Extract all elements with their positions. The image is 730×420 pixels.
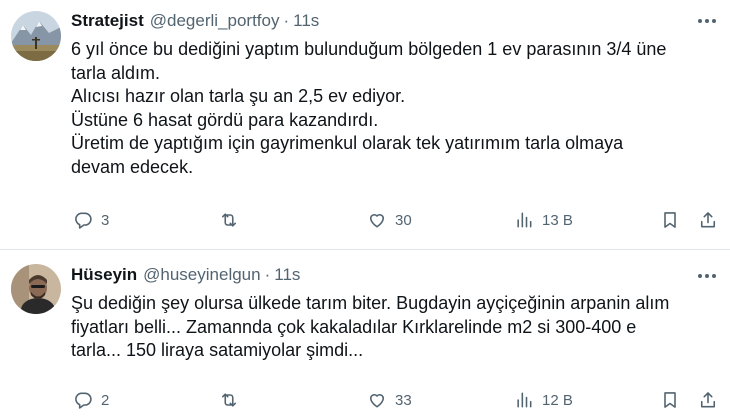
display-name[interactable]: Hüseyin [71, 265, 137, 285]
tweet-text-line: Alıcısı hazır olan tarla şu an 2,5 ev ed… [71, 86, 406, 106]
share-icon [700, 392, 716, 408]
avatar[interactable] [11, 11, 61, 61]
tweet-actions: 3 30 13 B [71, 208, 719, 232]
share-button[interactable] [698, 208, 718, 232]
avatar[interactable] [11, 264, 61, 314]
bookmark-icon [664, 392, 676, 408]
person-photo-avatar-icon [11, 264, 61, 314]
reply-icon [75, 392, 92, 409]
reply-icon [75, 212, 92, 229]
reply-count: 2 [101, 391, 110, 409]
tweet-text-line: tarla... 150 liraya satamiyolar şimdi... [71, 340, 364, 360]
reply-count: 3 [101, 211, 110, 229]
timestamp[interactable]: 11s [293, 11, 319, 31]
tweet-text: 6 yıl önce bu dediğini yaptım bulunduğum… [71, 38, 710, 179]
retweet-button[interactable] [219, 208, 247, 232]
tweet-text: Şu dediğin şey olursa ülkede tarım biter… [71, 292, 710, 363]
views-count: 13 B [542, 211, 573, 229]
like-count: 33 [395, 391, 412, 409]
tweet-header: Hüseyin @huseyinelgun · 11s [71, 264, 300, 286]
reply-button[interactable]: 2 [73, 388, 109, 412]
heart-icon [369, 214, 385, 228]
views-button[interactable]: 12 B [514, 388, 573, 412]
more-dots-icon[interactable] [698, 274, 716, 278]
tweet-text-line: fiyatları belli... Zamannda çok kakaladı… [71, 316, 637, 337]
user-handle[interactable]: @huseyinelgun [143, 265, 260, 285]
bookmark-button[interactable] [660, 208, 680, 232]
tweet-text-line: Üstüne 6 hasat gördü para kazandırdı. [71, 109, 379, 130]
views-chart-icon [517, 392, 532, 408]
tweet-header: Stratejist @degerli_portfoy · 11s [71, 10, 319, 32]
views-button[interactable]: 13 B [514, 208, 573, 232]
separator-dot: · [283, 11, 290, 30]
tweet-text-line: Şu dediğin şey olursa ülkede tarım biter… [71, 293, 670, 313]
more-dots-icon[interactable] [698, 19, 716, 23]
reply-button[interactable]: 3 [73, 208, 109, 232]
display-name[interactable]: Stratejist [71, 11, 144, 31]
user-handle[interactable]: @degerli_portfoy [150, 11, 280, 31]
like-count: 30 [395, 211, 412, 229]
views-chart-icon [517, 212, 532, 228]
tweet-text-line: 6 yıl önce bu dediğini yaptım bulunduğum… [71, 39, 667, 59]
retweet-icon [221, 393, 237, 407]
timestamp[interactable]: 11s [274, 265, 300, 285]
like-button[interactable]: 33 [367, 388, 412, 412]
bookmark-button[interactable] [660, 388, 680, 412]
share-button[interactable] [698, 388, 718, 412]
mountain-landscape-avatar-icon [11, 11, 61, 61]
tweet-text-line: devam edecek. [71, 156, 194, 177]
retweet-icon [221, 213, 237, 227]
like-button[interactable]: 30 [367, 208, 412, 232]
separator-dot: · [264, 265, 271, 284]
share-icon [700, 212, 716, 228]
heart-icon [369, 394, 385, 408]
tweet-actions: 2 33 12 B [71, 388, 719, 412]
views-count: 12 B [542, 391, 573, 409]
retweet-button[interactable] [219, 388, 247, 412]
bookmark-icon [664, 212, 676, 228]
tweet-text-line: Üretim de yaptığım için gayrimenkul olar… [71, 133, 624, 153]
tweet-text-line: tarla aldım. [71, 62, 161, 83]
